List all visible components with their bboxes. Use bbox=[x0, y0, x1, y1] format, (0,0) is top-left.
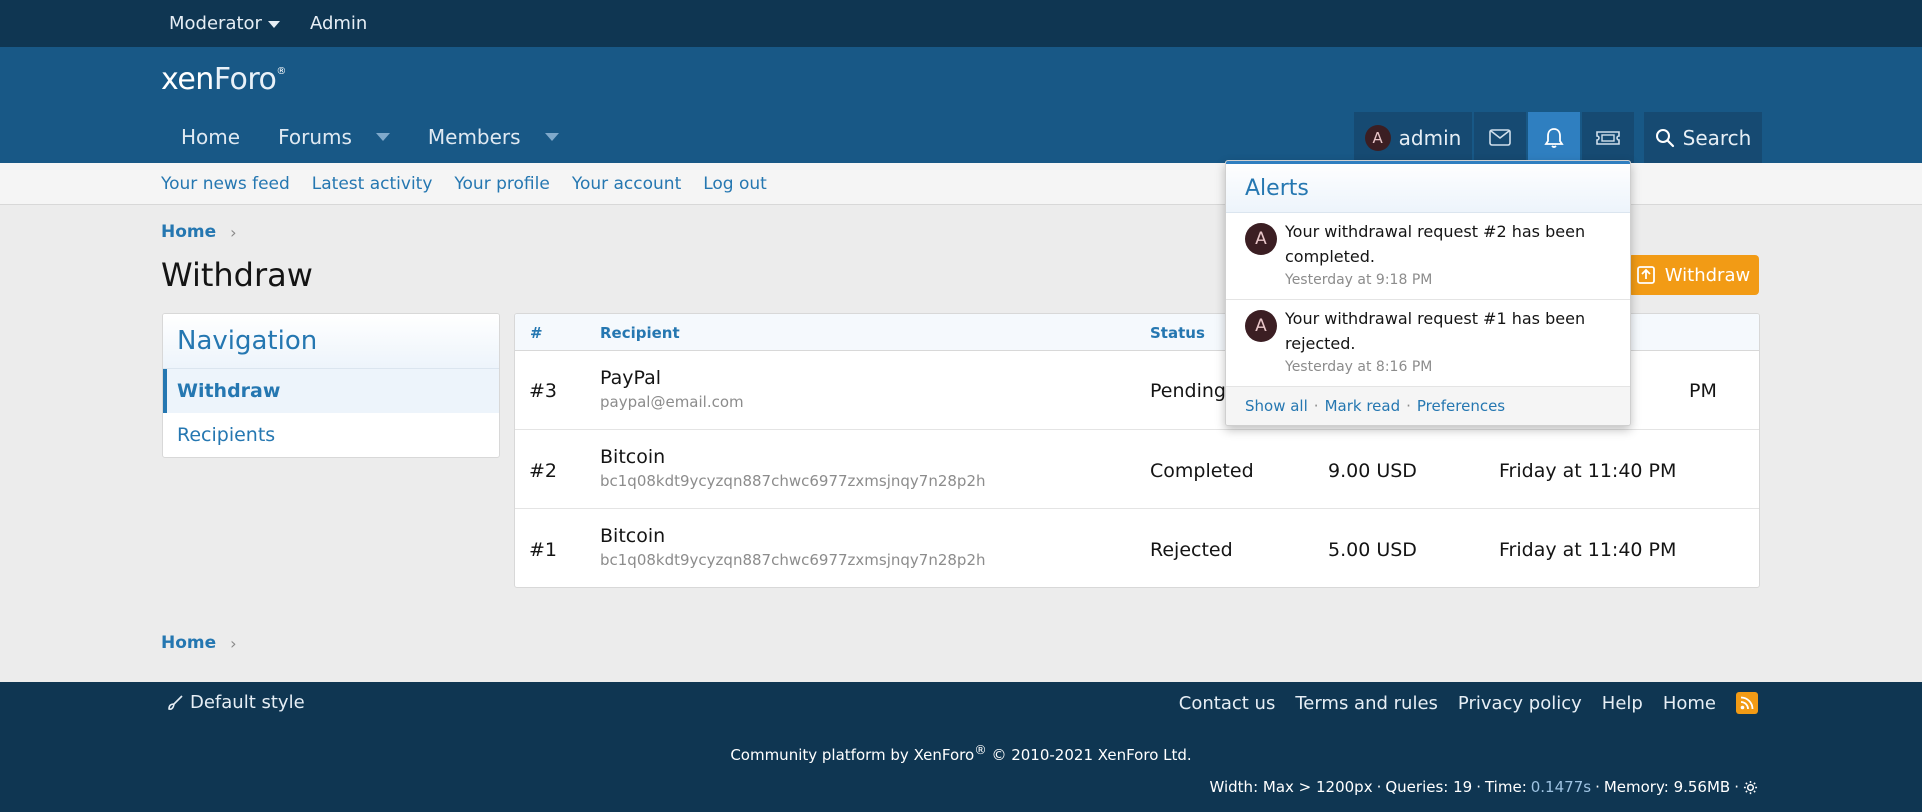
account-button[interactable]: A admin bbox=[1354, 112, 1472, 163]
tickets-button[interactable] bbox=[1582, 112, 1634, 163]
footer-help[interactable]: Help bbox=[1602, 693, 1643, 714]
footer-privacy[interactable]: Privacy policy bbox=[1458, 693, 1582, 714]
navigation-block: Navigation Withdraw Recipients bbox=[162, 313, 500, 458]
alert-item[interactable]: A Your withdrawal request #2 has been co… bbox=[1226, 213, 1630, 300]
mark-read-link[interactable]: Mark read bbox=[1325, 397, 1401, 415]
col-recipient: Recipient bbox=[600, 324, 680, 342]
bell-icon bbox=[1544, 127, 1564, 148]
debug-info: Width: Max > 1200px · Queries: 19 · Time… bbox=[1209, 778, 1758, 796]
main-nav: Home Forums Members bbox=[162, 110, 578, 163]
preferences-link[interactable]: Preferences bbox=[1417, 397, 1505, 415]
page-title: Withdraw bbox=[161, 256, 313, 294]
dropdown-arrow-icon[interactable] bbox=[375, 132, 390, 141]
table-row[interactable]: #2 Bitcoin bc1q08kdt9ycyzqn887chwc6977zxm… bbox=[515, 430, 1759, 509]
gear-icon[interactable] bbox=[1743, 780, 1758, 795]
dropdown-arrow-icon[interactable] bbox=[544, 132, 559, 141]
table-row[interactable]: #1 Bitcoin bc1q08kdt9ycyzqn887chwc6977zxm… bbox=[515, 509, 1759, 587]
moderator-menu[interactable]: Moderator bbox=[169, 13, 280, 34]
nav-home[interactable]: Home bbox=[162, 110, 259, 163]
search-button[interactable]: Search bbox=[1644, 112, 1762, 163]
ticket-icon bbox=[1596, 130, 1620, 145]
footer-contact-us[interactable]: Contact us bbox=[1179, 693, 1276, 714]
nav-forums[interactable]: Forums bbox=[259, 110, 409, 163]
breadcrumb-home[interactable]: Home bbox=[161, 633, 216, 653]
alerts-footer: Show all · Mark read · Preferences bbox=[1226, 387, 1630, 425]
col-num: # bbox=[530, 324, 543, 342]
subnav-your-profile[interactable]: Your profile bbox=[454, 174, 549, 194]
navigation-title: Navigation bbox=[163, 314, 499, 369]
footer-home[interactable]: Home bbox=[1663, 693, 1716, 714]
rss-icon[interactable] bbox=[1736, 692, 1758, 714]
user-nav: A admin Search bbox=[1354, 112, 1762, 163]
show-all-link[interactable]: Show all bbox=[1245, 397, 1308, 415]
alerts-button[interactable] bbox=[1528, 112, 1580, 163]
breadcrumb-home[interactable]: Home bbox=[161, 222, 216, 242]
nav-item-recipients[interactable]: Recipients bbox=[163, 413, 499, 457]
footer: Default style Contact us Terms and rules… bbox=[0, 682, 1922, 812]
search-icon bbox=[1655, 128, 1674, 147]
withdraw-button[interactable]: Withdraw bbox=[1628, 255, 1759, 295]
col-status: Status bbox=[1150, 324, 1205, 342]
upload-icon bbox=[1636, 266, 1655, 284]
envelope-icon bbox=[1489, 129, 1511, 146]
chevron-right-icon: › bbox=[230, 633, 237, 653]
avatar[interactable]: A bbox=[1245, 310, 1277, 342]
avatar: A bbox=[1364, 124, 1391, 151]
admin-link[interactable]: Admin bbox=[310, 13, 367, 34]
staff-bar: Moderator Admin bbox=[0, 0, 1922, 47]
subnav-news-feed[interactable]: Your news feed bbox=[161, 174, 290, 194]
subnav-log-out[interactable]: Log out bbox=[703, 174, 767, 194]
subnav-your-account[interactable]: Your account bbox=[572, 174, 681, 194]
paint-brush-icon bbox=[168, 694, 183, 710]
footer-links: Contact us Terms and rules Privacy polic… bbox=[1179, 692, 1758, 714]
breadcrumb: Home › bbox=[161, 222, 237, 242]
chevron-right-icon: › bbox=[230, 222, 237, 242]
caret-down-icon bbox=[267, 20, 280, 28]
breadcrumb-bottom: Home › bbox=[161, 633, 237, 653]
footer-terms[interactable]: Terms and rules bbox=[1295, 693, 1438, 714]
nav-members[interactable]: Members bbox=[409, 110, 578, 163]
header: xenForo® Home Forums Members A admin Sea… bbox=[0, 47, 1922, 163]
alerts-title: Alerts bbox=[1226, 161, 1630, 213]
copyright: Community platform by XenForo® © 2010-20… bbox=[730, 742, 1192, 764]
avatar[interactable]: A bbox=[1245, 223, 1277, 255]
sub-nav: Your news feed Latest activity Your prof… bbox=[0, 163, 1922, 205]
conversations-button[interactable] bbox=[1474, 112, 1526, 163]
alert-item[interactable]: A Your withdrawal request #1 has been re… bbox=[1226, 300, 1630, 387]
alerts-popup: Alerts A Your withdrawal request #2 has … bbox=[1225, 160, 1631, 426]
subnav-latest-activity[interactable]: Latest activity bbox=[312, 174, 433, 194]
site-logo[interactable]: xenForo® bbox=[161, 62, 286, 97]
style-chooser[interactable]: Default style bbox=[166, 692, 305, 713]
nav-item-withdraw[interactable]: Withdraw bbox=[163, 369, 499, 413]
